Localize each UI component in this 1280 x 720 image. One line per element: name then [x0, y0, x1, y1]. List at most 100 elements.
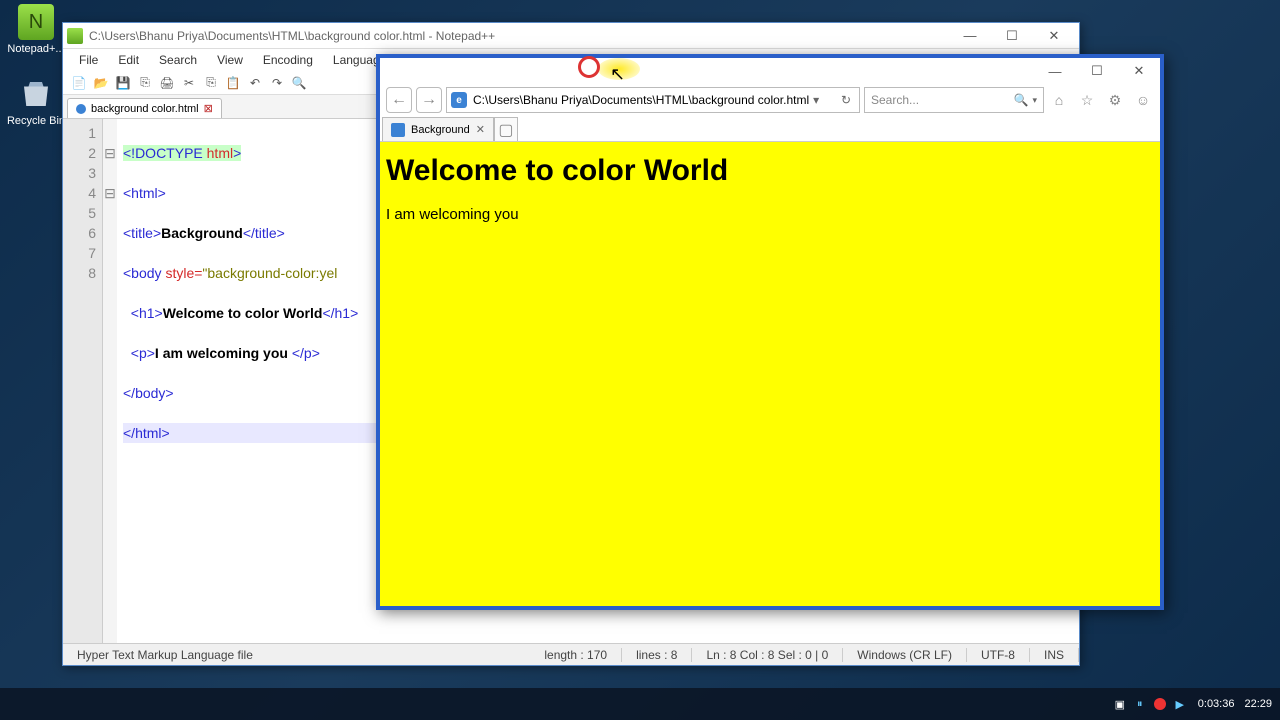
back-button[interactable]: ←: [386, 87, 412, 113]
status-mode: INS: [1030, 648, 1079, 662]
smiley-icon[interactable]: ☺: [1132, 89, 1154, 111]
minimize-button[interactable]: —: [1034, 59, 1076, 83]
code-token: </title>: [243, 225, 285, 241]
tray-pause-icon[interactable]: ⏸: [1132, 696, 1148, 712]
code-token: I am welcoming you: [155, 345, 292, 361]
home-icon[interactable]: ⌂: [1048, 89, 1070, 111]
recyclebin-icon: [18, 76, 54, 112]
code-token: style=: [165, 265, 202, 281]
status-encoding: UTF-8: [967, 648, 1030, 662]
ie-page-icon: e: [451, 92, 467, 108]
ie-navrow: ← → e C:\Users\Bhanu Priya\Documents\HTM…: [380, 84, 1160, 116]
code-token: html: [203, 145, 233, 161]
ie-content[interactable]: Welcome to color World I am welcoming yo…: [380, 142, 1160, 606]
new-file-icon[interactable]: 📄: [69, 73, 89, 93]
copy-icon[interactable]: ⎘: [201, 73, 221, 93]
file-saved-icon: [76, 104, 86, 114]
search-icon[interactable]: 🔍: [1014, 93, 1029, 107]
npp-tab-label: background color.html: [91, 103, 199, 115]
notepadpp-icon: N: [18, 4, 54, 40]
status-filetype: Hyper Text Markup Language file: [63, 648, 530, 662]
code-token: >: [233, 145, 241, 161]
code-token: <h1>: [131, 305, 163, 321]
search-placeholder: Search...: [871, 93, 919, 107]
save-icon[interactable]: 💾: [113, 73, 133, 93]
page-paragraph: I am welcoming you: [386, 206, 1154, 223]
code-token: Background: [161, 225, 243, 241]
refresh-icon[interactable]: ↻: [837, 91, 855, 109]
npp-statusbar: Hyper Text Markup Language file length :…: [63, 643, 1079, 665]
npp-file-tab[interactable]: background color.html ⊠: [67, 98, 222, 118]
npp-app-icon: [67, 28, 83, 44]
tab-close-icon[interactable]: ✕: [476, 123, 485, 136]
tray-icon[interactable]: ▣: [1112, 696, 1128, 712]
menu-encoding[interactable]: Encoding: [253, 50, 323, 70]
status-length: length : 170: [530, 648, 622, 662]
menu-file[interactable]: File: [69, 50, 108, 70]
code-token: </p>: [292, 345, 320, 361]
ie-titlebar[interactable]: — ☐ ✕: [380, 58, 1160, 84]
desktop-icon-notepadpp[interactable]: N Notepad+...: [6, 4, 66, 55]
tray-play-icon[interactable]: ▶: [1172, 696, 1188, 712]
search-box[interactable]: Search... 🔍 ▾: [864, 87, 1044, 113]
code-token: <title>: [123, 225, 161, 241]
code-token: <html>: [123, 185, 166, 201]
ie-tab[interactable]: Background ✕: [382, 117, 494, 141]
tab-close-icon[interactable]: ⊠: [204, 102, 213, 115]
ie-tabrow: Background ✕ ▢: [380, 116, 1160, 142]
address-text: C:\Users\Bhanu Priya\Documents\HTML\back…: [473, 93, 809, 107]
tools-icon[interactable]: ⚙: [1104, 89, 1126, 111]
line-gutter: 12345678: [63, 119, 103, 643]
close-button[interactable]: ✕: [1033, 24, 1075, 48]
code-token: </body>: [123, 385, 174, 401]
status-lines: lines : 8: [622, 648, 692, 662]
code-token: <body: [123, 265, 165, 281]
address-dropdown-icon[interactable]: ▾: [809, 93, 823, 107]
favorites-icon[interactable]: ☆: [1076, 89, 1098, 111]
save-all-icon[interactable]: ⎘: [135, 73, 155, 93]
menu-search[interactable]: Search: [149, 50, 207, 70]
ie-tab-icon: [391, 123, 405, 137]
find-icon[interactable]: 🔍: [289, 73, 309, 93]
address-bar[interactable]: e C:\Users\Bhanu Priya\Documents\HTML\ba…: [446, 87, 860, 113]
forward-button[interactable]: →: [416, 87, 442, 113]
cut-icon[interactable]: ✂: [179, 73, 199, 93]
page-heading: Welcome to color World: [386, 154, 1154, 188]
status-eol: Windows (CR LF): [843, 648, 967, 662]
desktop-icon-recyclebin[interactable]: Recycle Bin: [6, 76, 66, 127]
code-token: </h1>: [322, 305, 358, 321]
open-file-icon[interactable]: 📂: [91, 73, 111, 93]
taskbar[interactable]: ▣ ⏸ ▶ 0:03:36 22:29: [0, 688, 1280, 720]
tray-record-icon[interactable]: [1152, 696, 1168, 712]
close-button[interactable]: ✕: [1118, 59, 1160, 83]
code-token: <p>: [131, 345, 155, 361]
ie-tab-label: Background: [411, 124, 470, 136]
maximize-button[interactable]: ☐: [1076, 59, 1118, 83]
status-position: Ln : 8 Col : 8 Sel : 0 | 0: [692, 648, 843, 662]
redo-icon[interactable]: ↷: [267, 73, 287, 93]
npp-titlebar[interactable]: C:\Users\Bhanu Priya\Documents\HTML\back…: [63, 23, 1079, 49]
undo-icon[interactable]: ↶: [245, 73, 265, 93]
new-tab-button[interactable]: ▢: [494, 117, 518, 141]
paste-icon[interactable]: 📋: [223, 73, 243, 93]
menu-edit[interactable]: Edit: [108, 50, 149, 70]
minimize-button[interactable]: —: [949, 24, 991, 48]
code-token: <!DOCTYPE: [123, 145, 203, 161]
tray-clock: 22:29: [1244, 698, 1272, 710]
ie-window: — ☐ ✕ ← → e C:\Users\Bhanu Priya\Documen…: [376, 54, 1164, 610]
desktop-icon-label: Notepad+...: [7, 43, 64, 55]
search-dropdown-icon[interactable]: ▾: [1032, 95, 1037, 106]
tray-timer: 0:03:36: [1198, 698, 1235, 710]
fold-gutter[interactable]: ⊟⊟: [103, 119, 117, 643]
maximize-button[interactable]: ☐: [991, 24, 1033, 48]
code-token: Welcome to color World: [163, 305, 323, 321]
desktop-icon-label: Recycle Bin: [7, 115, 65, 127]
code-token: "background-color:yel: [202, 265, 337, 281]
system-tray[interactable]: ▣ ⏸ ▶: [1112, 696, 1188, 712]
print-icon[interactable]: 🖨: [157, 73, 177, 93]
click-ring-annotation: [578, 56, 600, 78]
code-token: </html>: [123, 425, 170, 441]
highlight-annotation: [598, 58, 640, 80]
menu-view[interactable]: View: [207, 50, 253, 70]
npp-title: C:\Users\Bhanu Priya\Documents\HTML\back…: [89, 29, 949, 43]
